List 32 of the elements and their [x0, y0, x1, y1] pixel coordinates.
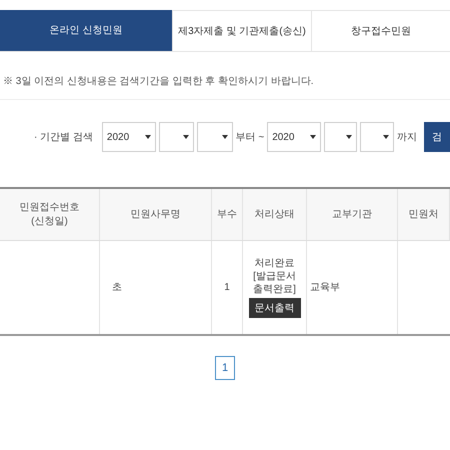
dropdown-arrow-icon — [310, 135, 316, 139]
select-field[interactable]: 2020 — [267, 122, 321, 152]
dropdown-arrow-icon — [222, 135, 228, 139]
select-field[interactable] — [324, 122, 358, 152]
table-cell-text: 초 — [112, 281, 122, 295]
page-button[interactable]: 1 — [215, 356, 235, 380]
print-document-button[interactable]: 문서출력 — [248, 298, 300, 318]
status-text: 처리완료 [발급문서 출력완료] — [253, 257, 296, 296]
to-text: 까지 — [397, 130, 418, 144]
period-search-label: · 기간별 검색 — [34, 130, 93, 144]
from-text: 부터 ~ — [236, 130, 264, 144]
column-header: 민원접수번호 (신청일) — [20, 200, 80, 228]
tab[interactable]: 온라인 신청민원 — [0, 10, 172, 51]
column-header: 부수 — [217, 208, 237, 222]
table-cell-text: 1 — [224, 281, 230, 295]
select-field[interactable] — [158, 122, 194, 152]
dropdown-arrow-icon — [144, 135, 151, 139]
column-header: 처리상태 — [254, 208, 294, 222]
dropdown-arrow-icon — [183, 135, 190, 139]
column-header: 교부기관 — [332, 208, 372, 222]
column-header: 민원처 — [408, 208, 438, 222]
select-field[interactable] — [197, 122, 233, 152]
notice-text: ※ 3일 이전의 신청내용은 검색기간을 입력한 후 확인하시기 바랍니다. — [2, 75, 315, 89]
select-field[interactable] — [360, 122, 394, 152]
tab[interactable]: 창구접수민원 — [311, 10, 450, 51]
table-cell-text: 교육부 — [310, 281, 340, 295]
dropdown-arrow-icon — [346, 135, 352, 139]
select-field[interactable]: 2020 — [102, 122, 156, 152]
tab[interactable]: 제3자제출 및 기관제출(송신) — [172, 10, 311, 51]
search-button[interactable]: 검 — [424, 122, 450, 152]
column-header: 민원사무명 — [130, 208, 180, 222]
dropdown-arrow-icon — [383, 135, 390, 139]
